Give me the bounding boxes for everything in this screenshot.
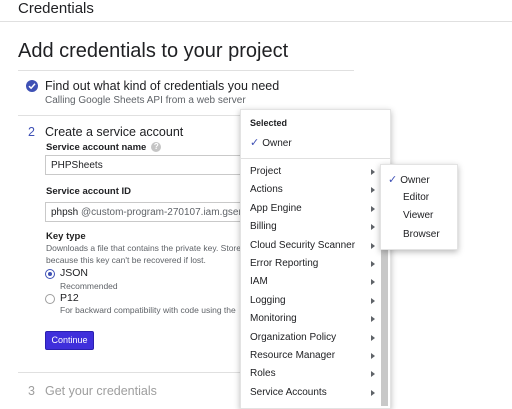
step-1-summary: Calling Google Sheets API from a web ser… xyxy=(45,95,246,106)
service-account-id-label: Service account ID xyxy=(46,186,132,197)
key-type-label: Key type xyxy=(46,231,86,242)
menu-item-actions[interactable]: Actions xyxy=(241,181,381,199)
continue-button[interactable]: Continue xyxy=(45,331,94,350)
service-account-id-domain: @custom-program-270107.iam.gservic xyxy=(81,207,245,218)
menu-item-label: Logging xyxy=(250,294,286,306)
step-1-heading: Find out what kind of credentials you ne… xyxy=(45,79,280,93)
step-3-heading: Get your credentials xyxy=(45,384,157,398)
chevron-right-icon xyxy=(371,279,375,286)
menu-item-project[interactable]: Project xyxy=(241,163,381,181)
submenu-item-label: Owner xyxy=(400,175,430,186)
service-account-name-value: PHPSheets xyxy=(51,160,103,171)
menu-item-billing[interactable]: Billing xyxy=(241,218,381,236)
menu-item-label: Cloud Security Scanner xyxy=(250,239,356,251)
p12-description: For backward compatibility with code usi… xyxy=(60,305,236,315)
menu-item-error-reporting[interactable]: Error Reporting xyxy=(241,255,381,273)
menu-item-label: Monitoring xyxy=(250,313,297,325)
header-divider xyxy=(0,21,512,22)
selected-role-owner[interactable]: ✓ Owner xyxy=(250,136,292,149)
chevron-right-icon xyxy=(371,389,375,396)
menu-item-label: Resource Manager xyxy=(250,349,336,361)
role-category-list: Project Actions App Engine Billing Cloud… xyxy=(241,163,381,402)
service-account-id-input[interactable]: phpsh @custom-program-270107.iam.gservic xyxy=(45,202,245,222)
menu-item-label: Actions xyxy=(250,184,283,196)
service-account-name-input[interactable]: PHPSheets xyxy=(45,155,245,175)
menu-divider xyxy=(241,158,390,159)
top-bar: Credentials xyxy=(0,0,512,22)
submenu-item-viewer[interactable]: Viewer xyxy=(403,210,433,221)
chevron-right-icon xyxy=(371,334,375,341)
page-header-title: Credentials xyxy=(18,0,94,17)
chevron-right-icon xyxy=(371,187,375,194)
step-2-number: 2 xyxy=(28,125,35,139)
submenu-item-browser[interactable]: Browser xyxy=(403,229,440,240)
step-2-heading: Create a service account xyxy=(45,125,184,139)
project-role-submenu: ✓ Owner Editor Viewer Browser xyxy=(380,164,458,250)
json-label: JSON xyxy=(60,267,89,279)
chevron-right-icon xyxy=(371,205,375,212)
menu-item-app-engine[interactable]: App Engine xyxy=(241,200,381,218)
menu-item-monitoring[interactable]: Monitoring xyxy=(241,310,381,328)
menu-scrollbar[interactable] xyxy=(381,246,388,406)
menu-item-label: Service Accounts xyxy=(250,386,327,398)
check-circle-icon xyxy=(26,80,38,92)
chevron-right-icon xyxy=(371,297,375,304)
title-divider xyxy=(18,70,354,71)
service-account-id-value: phpsh xyxy=(51,207,79,218)
service-account-name-label-text: Service account name xyxy=(46,142,147,153)
menu-item-iam[interactable]: IAM xyxy=(241,273,381,291)
menu-item-resource-manager[interactable]: Resource Manager xyxy=(241,347,381,365)
key-desc-line-1: Downloads a file that contains the priva… xyxy=(46,243,241,253)
step-3-number: 3 xyxy=(28,384,35,398)
check-icon: ✓ xyxy=(250,137,260,149)
menu-item-service-accounts[interactable]: Service Accounts xyxy=(241,384,381,402)
menu-item-label: App Engine xyxy=(250,202,302,214)
submenu-item-owner[interactable]: ✓ Owner xyxy=(388,173,430,186)
chevron-right-icon xyxy=(371,352,375,359)
service-account-name-label: Service account name? xyxy=(46,142,162,153)
chevron-right-icon xyxy=(371,260,375,267)
key-desc-line-2: because this key can't be recovered if l… xyxy=(46,255,206,265)
menu-item-logging[interactable]: Logging xyxy=(241,292,381,310)
json-radio[interactable] xyxy=(45,269,55,279)
menu-item-cloud-security-scanner[interactable]: Cloud Security Scanner xyxy=(241,237,381,255)
chevron-right-icon xyxy=(371,169,375,175)
chevron-right-icon xyxy=(371,371,375,378)
role-menu: Selected ✓ Owner Project Actions App Engi… xyxy=(240,109,391,409)
check-icon: ✓ xyxy=(388,174,398,186)
p12-label: P12 xyxy=(60,292,79,304)
page-title: Add credentials to your project xyxy=(18,40,289,62)
menu-item-roles[interactable]: Roles xyxy=(241,365,381,383)
menu-item-label: Billing xyxy=(250,221,277,233)
menu-item-label: Project xyxy=(250,166,282,177)
selected-role-label: Owner xyxy=(262,138,292,149)
menu-item-label: Organization Policy xyxy=(250,331,337,343)
menu-item-label: IAM xyxy=(250,276,268,288)
chevron-right-icon xyxy=(371,224,375,231)
submenu-item-editor[interactable]: Editor xyxy=(403,192,429,203)
json-recommended: Recommended xyxy=(60,281,118,291)
key-type-description: Downloads a file that contains the priva… xyxy=(46,242,241,266)
help-icon[interactable]: ? xyxy=(151,142,162,153)
menu-item-label: Roles xyxy=(250,368,276,380)
chevron-right-icon xyxy=(371,242,375,249)
menu-item-label: Error Reporting xyxy=(250,257,319,269)
p12-radio[interactable] xyxy=(45,294,55,304)
chevron-right-icon xyxy=(371,316,375,323)
selected-label: Selected xyxy=(250,118,288,128)
menu-item-organization-policy[interactable]: Organization Policy xyxy=(241,329,381,347)
